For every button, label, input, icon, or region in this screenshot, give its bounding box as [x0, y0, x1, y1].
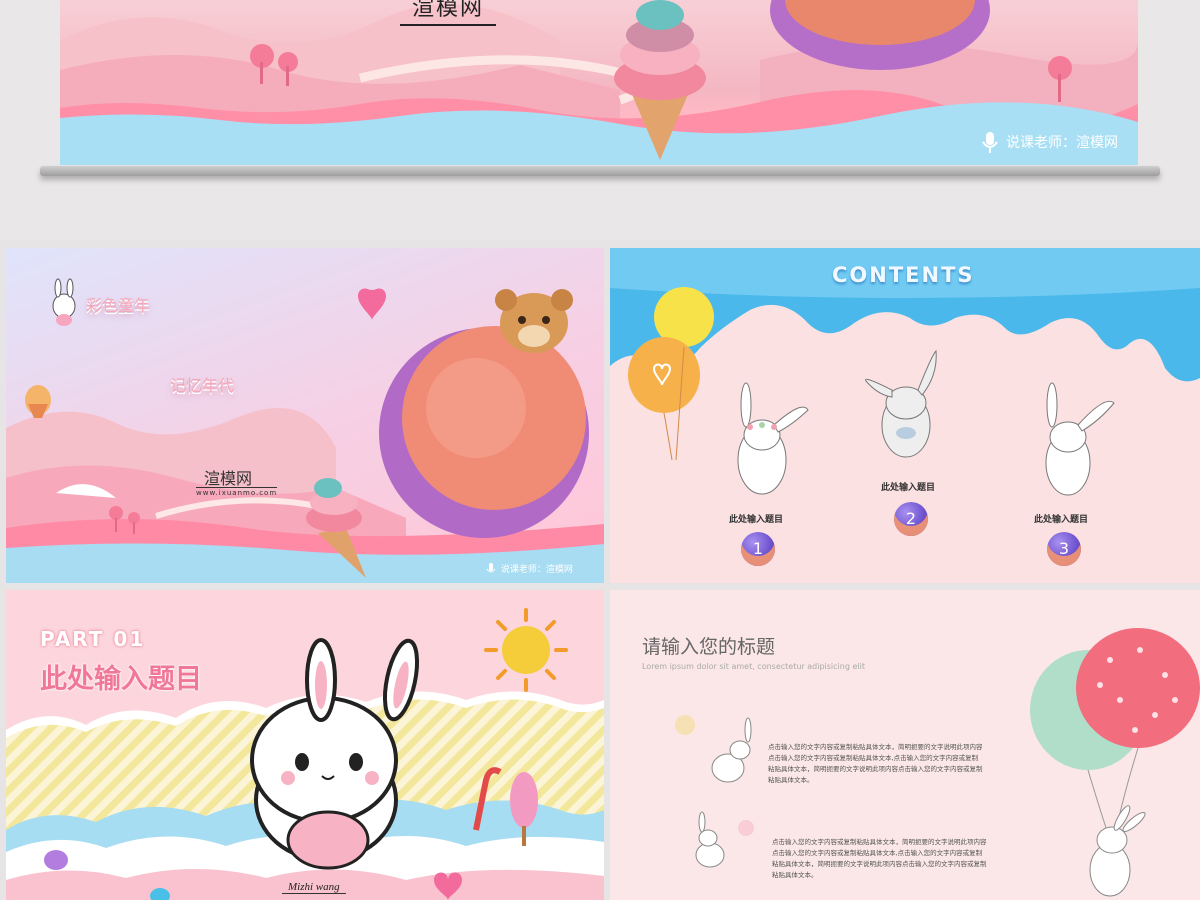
hero-site-name: 渲模网 — [400, 0, 497, 26]
part-title: 此处输入题目 — [40, 664, 202, 695]
text-paragraph-2: 点击输入您的文字内容或复制粘贴具体文本，简明扼要的文字说明此项内容点击输入您的文… — [772, 838, 987, 879]
part-number: PART 01 — [40, 627, 146, 651]
contents-item-label-2: 此处输入题目 — [881, 483, 936, 493]
microphone-icon — [486, 563, 496, 576]
balloons-icon — [628, 287, 714, 461]
contents-number-badge-1[interactable]: 1 — [741, 532, 775, 566]
cover-title-line1: 彩色童年 — [86, 296, 151, 315]
bunny-illustration-2 — [865, 349, 937, 458]
cover-brand: 渲模网 — [204, 469, 253, 488]
cover-title-line2: 记忆年代 — [170, 376, 235, 395]
cover-brand-url: www.ixuanmo.com — [196, 487, 278, 497]
contents-item-label-1: 此处输入题目 — [729, 515, 784, 525]
hero-slide[interactable] — [60, 0, 1138, 165]
hero-lecturer-label: 说课老师：渲模网 — [981, 132, 1118, 154]
text-slide-subtitle: Lorem ipsum dolor sit amet, consectetur … — [642, 662, 865, 671]
hero-slide-shadow-bar — [40, 166, 1160, 176]
author-signature: Mizhi wang — [282, 881, 346, 894]
contents-item-label-3: 此处输入题目 — [1034, 515, 1089, 525]
text-slide-title: 请输入您的标题 — [642, 636, 776, 658]
hero-illustration — [60, 0, 1138, 165]
cover-lecturer-label: 说课老师：渲模网 — [486, 562, 573, 576]
bunny-illustration-3 — [1045, 382, 1115, 496]
microphone-icon — [981, 132, 998, 154]
text-paragraph-1: 点击输入您的文字内容或复制粘贴具体文本，简明扼要的文字说明此项内容点击输入您的文… — [768, 743, 983, 784]
contents-number-badge-2[interactable]: 2 — [894, 502, 928, 536]
contents-heading: CONTENTS — [832, 263, 975, 287]
bunny-illustration-1 — [737, 382, 809, 495]
contents-number-badge-3[interactable]: 3 — [1047, 532, 1081, 566]
